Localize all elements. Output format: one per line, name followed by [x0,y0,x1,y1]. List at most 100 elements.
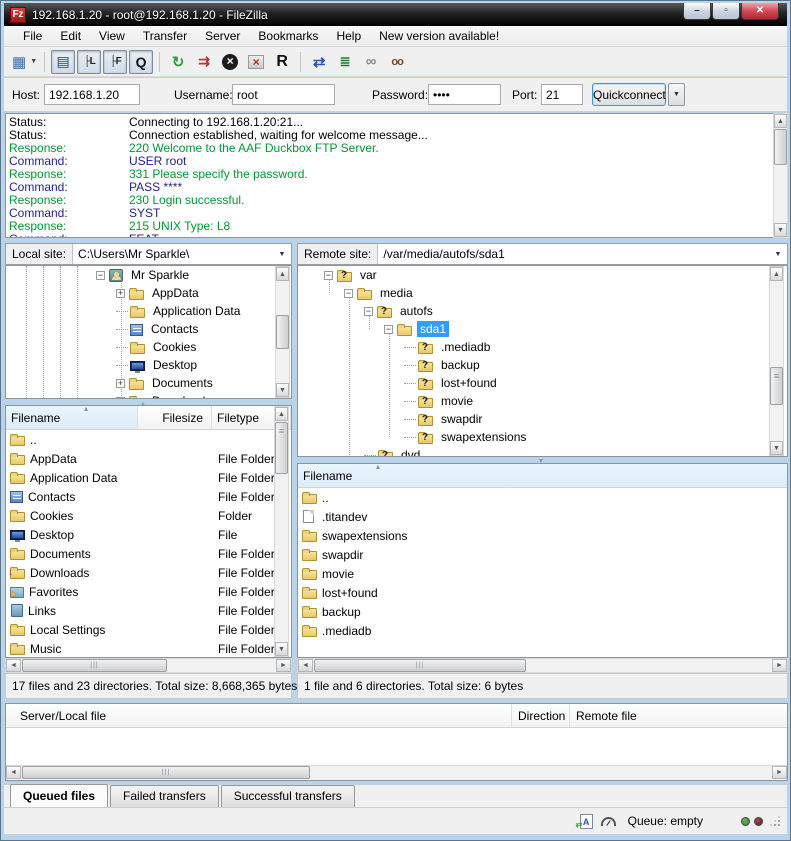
menu-item-file[interactable]: File [14,27,51,45]
password-input[interactable] [428,84,501,105]
file-row[interactable]: lost+found [298,583,787,602]
file-row[interactable]: Application DataFile Folder [6,468,291,487]
scroll-down-icon[interactable] [276,383,289,397]
scroll-thumb[interactable] [314,659,526,672]
file-row[interactable]: .. [298,488,787,507]
disconnect-button[interactable]: × [244,50,268,74]
tree-expander-plus-icon[interactable]: + [116,397,125,400]
column-header-filename[interactable]: Filename [6,406,138,429]
local-tree-scrollbar[interactable] [275,266,290,398]
file-row[interactable]: FavoritesFile Folder [6,582,291,601]
tree-item-sda1[interactable]: −sda1 [298,320,787,338]
remote-list-hscrollbar[interactable] [297,658,788,673]
remote-directory-tree[interactable]: −var−media−autofs−sda1.mediadbbackuplost… [297,265,788,457]
column-header-remote-file[interactable]: Remote file [570,704,787,727]
tree-item-application-data[interactable]: Application Data [6,302,291,320]
tree-item-downloads[interactable]: +Downloads [6,392,291,399]
site-manager-button[interactable]: ▦▼ [11,50,38,74]
file-row[interactable]: .mediadb [298,621,787,640]
scroll-thumb[interactable] [774,129,787,165]
tree-item-lost-found[interactable]: lost+found [298,374,787,392]
scroll-down-icon[interactable] [275,642,288,656]
local-file-list[interactable]: Filename Filesize Filetype ..AppDataFile… [5,405,292,658]
scroll-down-icon[interactable] [774,223,787,237]
tree-item-contacts[interactable]: Contacts [6,320,291,338]
username-input[interactable] [232,84,335,105]
cancel-button[interactable]: × [218,50,242,74]
transfer-queue[interactable]: Server/Local file Direction Remote file [5,703,788,781]
tree-item-swapextensions[interactable]: swapextensions [298,428,787,446]
tab-failed-transfers[interactable]: Failed transfers [110,785,219,807]
toggle-remote-tree-button[interactable]: ├F [103,50,127,74]
file-row[interactable]: .. [6,430,291,449]
menu-item-server[interactable]: Server [196,27,249,45]
remote-file-list[interactable]: Filename ...titandevswapextensionsswapdi… [297,463,788,658]
transfer-type-icon[interactable]: A [580,814,593,829]
tree-expander-minus-icon[interactable]: − [384,325,393,334]
file-row[interactable]: Local SettingsFile Folder [6,620,291,639]
menu-item-new-version-available[interactable]: New version available! [370,27,508,45]
minimize-button[interactable]: – [683,3,711,20]
scroll-up-icon[interactable] [770,267,783,281]
tree-item-swapdir[interactable]: swapdir [298,410,787,428]
tree-item-backup[interactable]: backup [298,356,787,374]
scroll-thumb[interactable] [276,315,289,349]
resize-grip[interactable] [769,815,781,827]
remote-tree-scrollbar[interactable] [769,266,784,456]
port-input[interactable] [541,84,583,105]
menu-item-bookmarks[interactable]: Bookmarks [249,27,327,45]
tree-item-var[interactable]: −var [298,266,787,284]
file-row[interactable]: movie [298,564,787,583]
file-row[interactable]: ContactsFile Folder [6,487,291,506]
file-row[interactable]: DocumentsFile Folder [6,544,291,563]
local-list-scrollbar[interactable] [274,406,289,657]
tree-item-desktop[interactable]: Desktop [6,356,291,374]
tree-item-appdata[interactable]: +AppData [6,284,291,302]
scroll-up-icon[interactable] [275,407,288,421]
tree-expander-minus-icon[interactable]: − [324,271,333,280]
tree-expander-minus-icon[interactable]: − [96,271,105,280]
column-header-server-local-file[interactable]: Server/Local file [6,704,512,727]
quickconnect-button[interactable]: Quickconnect [592,83,666,106]
tree-expander-plus-icon[interactable]: + [116,379,125,388]
tab-successful-transfers[interactable]: Successful transfers [221,785,355,807]
quickconnect-dropdown-icon[interactable]: ▼ [668,83,685,106]
refresh-button[interactable]: ↻ [166,50,190,74]
menu-item-transfer[interactable]: Transfer [134,27,196,45]
scroll-up-icon[interactable] [774,114,787,128]
file-row[interactable]: DesktopFile [6,525,291,544]
find-files-button[interactable]: oo [385,50,409,74]
menu-item-view[interactable]: View [90,27,134,45]
column-header-filename[interactable]: Filename [298,464,787,487]
file-row[interactable]: backup [298,602,787,621]
log-scrollbar[interactable] [773,113,788,238]
tree-item-autofs[interactable]: −autofs [298,302,787,320]
file-row[interactable]: CookiesFolder [6,506,291,525]
tree-item-cookies[interactable]: Cookies [6,338,291,356]
column-header-direction[interactable]: Direction [512,704,570,727]
synchronized-browsing-button[interactable]: ∞ [359,50,383,74]
message-log[interactable]: Status:Connecting to 192.168.1.20:21...S… [5,113,788,238]
file-row[interactable]: DownloadsFile Folder [6,563,291,582]
tree-item-documents[interactable]: +Documents [6,374,291,392]
tab-queued-files[interactable]: Queued files [10,784,108,807]
scroll-left-icon[interactable] [6,659,21,672]
scroll-thumb[interactable] [275,422,288,474]
scroll-right-icon[interactable] [772,766,787,779]
scroll-down-icon[interactable] [770,441,783,455]
tree-expander-minus-icon[interactable]: − [364,307,373,316]
menu-item-help[interactable]: Help [327,27,370,45]
scroll-thumb[interactable] [22,766,310,779]
file-row[interactable]: MusicFile Folder [6,639,291,658]
scroll-thumb[interactable] [770,367,783,405]
chevron-down-icon[interactable]: ▼ [276,244,288,264]
title-bar[interactable]: Fz 192.168.1.20 - root@192.168.1.20 - Fi… [4,3,787,26]
local-directory-tree[interactable]: −Mr Sparkle+AppDataApplication DataConta… [5,265,292,399]
tree-item-mediadb[interactable]: .mediadb [298,338,787,356]
scroll-left-icon[interactable] [6,766,21,779]
remote-site-combo[interactable]: /var/media/autofs/sda1 ▼ [377,244,787,264]
menu-item-edit[interactable]: Edit [51,27,90,45]
file-row[interactable]: AppDataFile Folder [6,449,291,468]
reconnect-button[interactable]: R [270,50,294,74]
scroll-right-icon[interactable] [772,659,787,672]
